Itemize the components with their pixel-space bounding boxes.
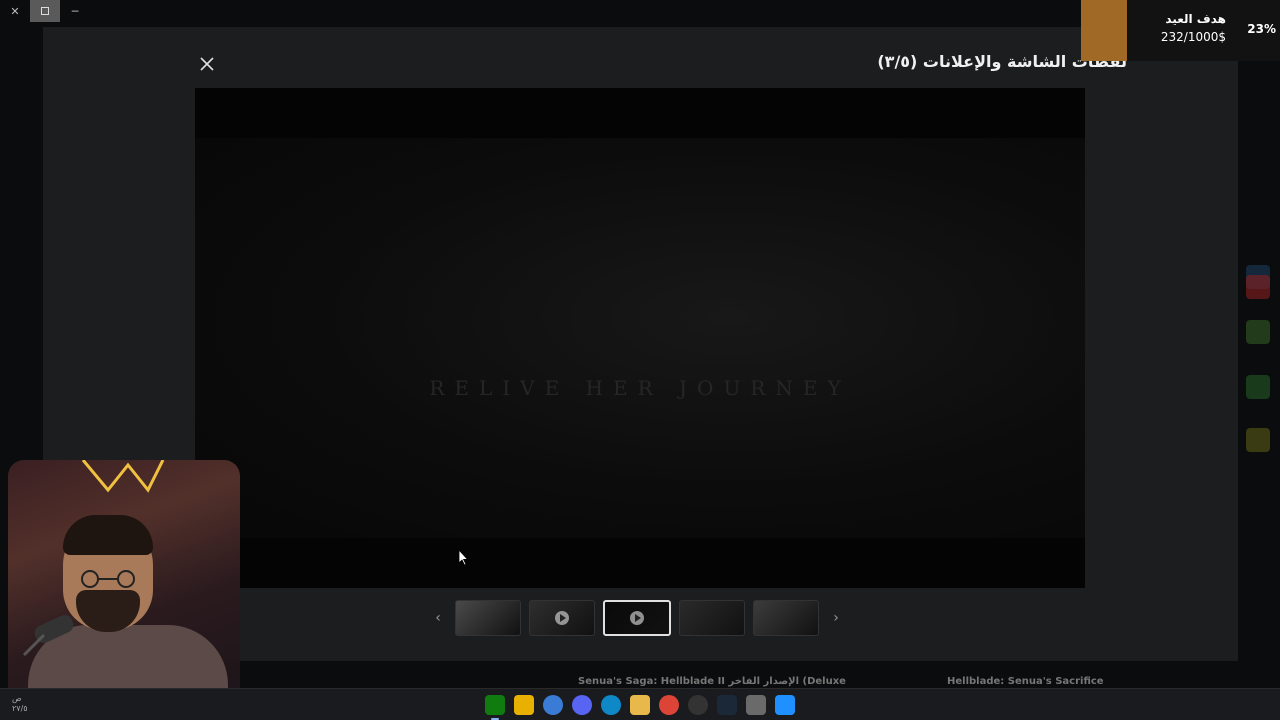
clock-date: ٢٧/٥	[12, 704, 28, 713]
obs-icon[interactable]	[687, 695, 708, 715]
chrome-icon[interactable]	[658, 695, 679, 715]
edge-icon[interactable]	[600, 695, 621, 715]
video-overlay-text: RELIVE HER JOURNEY	[429, 376, 851, 400]
goal-progress-fill	[1081, 0, 1127, 61]
goal-amount: 232/1000$	[1160, 30, 1226, 44]
goal-percent: 23%	[1247, 22, 1276, 36]
mouse-cursor-icon	[459, 550, 469, 566]
game-title-right[interactable]: Hellblade: Senua's Sacrifice	[947, 676, 1104, 687]
microphone	[22, 615, 74, 657]
video-frame[interactable]: RELIVE HER JOURNEY	[195, 138, 1085, 538]
game-icon	[1246, 320, 1270, 344]
person-hair	[63, 515, 153, 555]
thumbnail[interactable]	[603, 600, 671, 636]
window-controls: ✕ ─	[0, 0, 90, 22]
minimize-window-icon[interactable]: ─	[60, 0, 90, 22]
game-title-left[interactable]: Senua's Saga: Hellblade II الإصدار الفاخ…	[578, 676, 846, 687]
background-sidebar	[1238, 40, 1280, 660]
lights-decoration	[81, 460, 165, 493]
rockstar-icon[interactable]	[513, 695, 534, 715]
previous-arrow-icon[interactable]: ‹	[425, 600, 451, 636]
media-viewer[interactable]: RELIVE HER JOURNEY	[195, 88, 1085, 588]
restore-window-icon[interactable]	[30, 0, 60, 22]
thumbnail-strip: ‹ ›	[425, 600, 849, 636]
discord-icon[interactable]	[571, 695, 592, 715]
glasses	[81, 570, 135, 588]
windows-store-icon[interactable]	[774, 695, 795, 715]
copilot-icon[interactable]	[542, 695, 563, 715]
thumbnail[interactable]	[529, 600, 595, 636]
file-explorer-icon[interactable]	[629, 695, 650, 715]
clock: ص ٢٧/٥	[12, 694, 28, 714]
goal-title: هدف العيد	[1165, 12, 1226, 26]
close-window-icon[interactable]: ✕	[0, 0, 30, 22]
thumbnail[interactable]	[455, 600, 521, 636]
donation-goal-widget: هدف العيد 232/1000$ 23%	[1081, 0, 1280, 61]
thumbnail[interactable]	[753, 600, 819, 636]
next-arrow-icon[interactable]: ›	[823, 600, 849, 636]
close-icon[interactable]	[197, 54, 217, 74]
steam-icon[interactable]	[716, 695, 737, 715]
game-icon	[1246, 375, 1270, 399]
webcam-overlay	[8, 460, 240, 718]
taskbar: ص ٢٧/٥	[0, 688, 1280, 720]
settings-icon[interactable]	[745, 695, 766, 715]
game-icon	[1246, 428, 1270, 452]
play-icon	[555, 611, 569, 625]
play-icon	[630, 611, 644, 625]
game-icon	[1246, 275, 1270, 299]
xbox-icon[interactable]	[484, 695, 505, 720]
clock-time: ص	[12, 694, 22, 703]
thumbnail[interactable]	[679, 600, 745, 636]
